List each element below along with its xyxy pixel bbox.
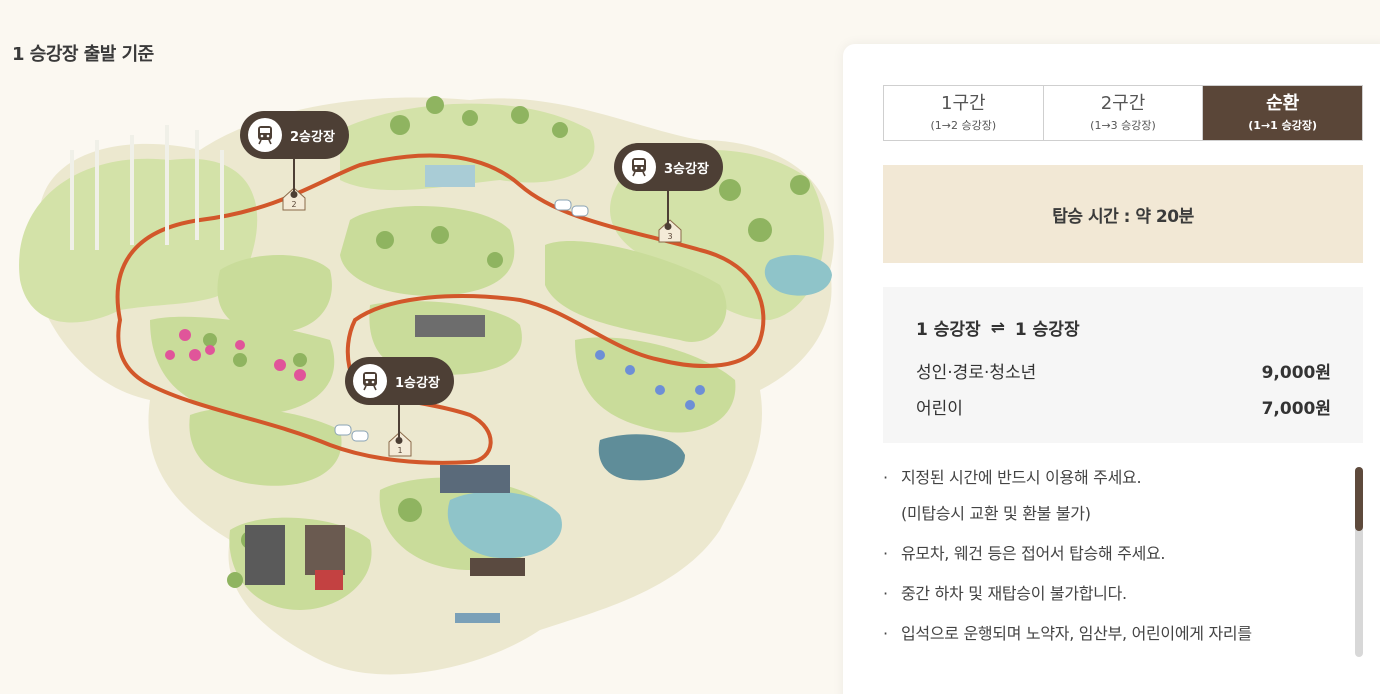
ride-time-box: 탑승 시간 : 약 20분 <box>883 165 1363 263</box>
bullet: · <box>883 468 888 487</box>
note-line: 유모차, 웨건 등은 접어서 탑승해 주세요. <box>901 544 1166 563</box>
notes-list: · 지정된 시간에 반드시 이용해 주세요. (미탑승시 교환 및 환불 불가)… <box>883 468 1323 658</box>
fare-to: 1 승강장 <box>1014 320 1080 340</box>
tab-label: 1구간 <box>941 93 986 114</box>
tab-sublabel: (1→1 승강장) <box>1248 119 1318 132</box>
tab-sublabel: (1→2 승강장) <box>930 119 997 132</box>
tab-label: 2구간 <box>1100 93 1146 114</box>
tab-label: 순환 <box>1266 93 1300 114</box>
train-icon <box>353 364 387 398</box>
station-pin-label: 1승강장 <box>395 375 440 391</box>
fare-from: 1 승강장 <box>916 320 981 340</box>
route-tabs: 1구간 (1→2 승강장) 2구간 (1→3 승강장) 순환 (1→1 승강장) <box>883 85 1363 141</box>
notes-scrollbar[interactable] <box>1355 467 1363 657</box>
note-item: · 중간 하차 및 재탑승이 불가합니다. <box>883 584 1323 604</box>
tab-section-2[interactable]: 2구간 (1→3 승강장) <box>1044 86 1204 140</box>
ride-time-text: 탑승 시간 : 약 20분 <box>1052 206 1194 227</box>
page-heading: 1 승강장 출발 기준 <box>12 44 154 65</box>
note-item: · 입석으로 운행되며 노약자, 임산부, 어린이에게 자리를 <box>883 624 1323 644</box>
fare-label: 성인·경로·청소년 <box>916 362 1037 383</box>
fare-row-child: 어린이 7,000원 <box>916 388 1331 424</box>
note-line: 중간 하차 및 재탑승이 불가합니다. <box>901 584 1127 603</box>
station-pin-label: 2승강장 <box>290 129 335 145</box>
svg-text:3: 3 <box>667 232 672 241</box>
train-icon <box>622 150 656 184</box>
fare-label: 어린이 <box>916 398 963 419</box>
scrollbar-thumb[interactable] <box>1355 467 1363 531</box>
tab-section-1[interactable]: 1구간 (1→2 승강장) <box>884 86 1044 140</box>
info-panel: 1구간 (1→2 승강장) 2구간 (1→3 승강장) 순환 (1→1 승강장)… <box>843 44 1380 694</box>
garden-map: 2 3 1 2승강장 3승강장 1승강장 <box>0 70 840 694</box>
svg-text:2: 2 <box>291 200 296 209</box>
note-line: (미탑승시 교환 및 환불 불가) <box>901 504 1091 523</box>
note-line: 지정된 시간에 반드시 이용해 주세요. <box>901 468 1142 487</box>
station-pin-label: 3승강장 <box>664 161 709 177</box>
swap-arrow-icon: ⇌ <box>990 317 1005 338</box>
svg-text:1: 1 <box>397 446 402 455</box>
fare-route: 1 승강장 ⇌ 1 승강장 <box>916 315 1331 341</box>
station-pin-2[interactable]: 2승강장 <box>240 111 349 159</box>
grass-patch <box>340 206 515 296</box>
note-item: · 지정된 시간에 반드시 이용해 주세요. (미탑승시 교환 및 환불 불가) <box>883 468 1323 524</box>
bullet: · <box>883 544 888 563</box>
tab-sublabel: (1→3 승강장) <box>1090 119 1156 132</box>
train-icon <box>248 118 282 152</box>
note-line: 입석으로 운행되며 노약자, 임산부, 어린이에게 자리를 <box>901 624 1252 643</box>
fare-price: 7,000원 <box>1261 398 1331 419</box>
station-pin-1[interactable]: 1승강장 <box>345 357 454 405</box>
fare-row-adult: 성인·경로·청소년 9,000원 <box>916 352 1331 388</box>
fare-box: 1 승강장 ⇌ 1 승강장 성인·경로·청소년 9,000원 어린이 7,000… <box>883 287 1363 443</box>
note-item: · 유모차, 웨건 등은 접어서 탑승해 주세요. <box>883 544 1323 564</box>
station-pin-3[interactable]: 3승강장 <box>614 143 723 191</box>
bullet: · <box>883 624 888 643</box>
fare-price: 9,000원 <box>1261 362 1331 383</box>
tab-circular[interactable]: 순환 (1→1 승강장) <box>1203 86 1363 140</box>
bullet: · <box>883 584 888 603</box>
